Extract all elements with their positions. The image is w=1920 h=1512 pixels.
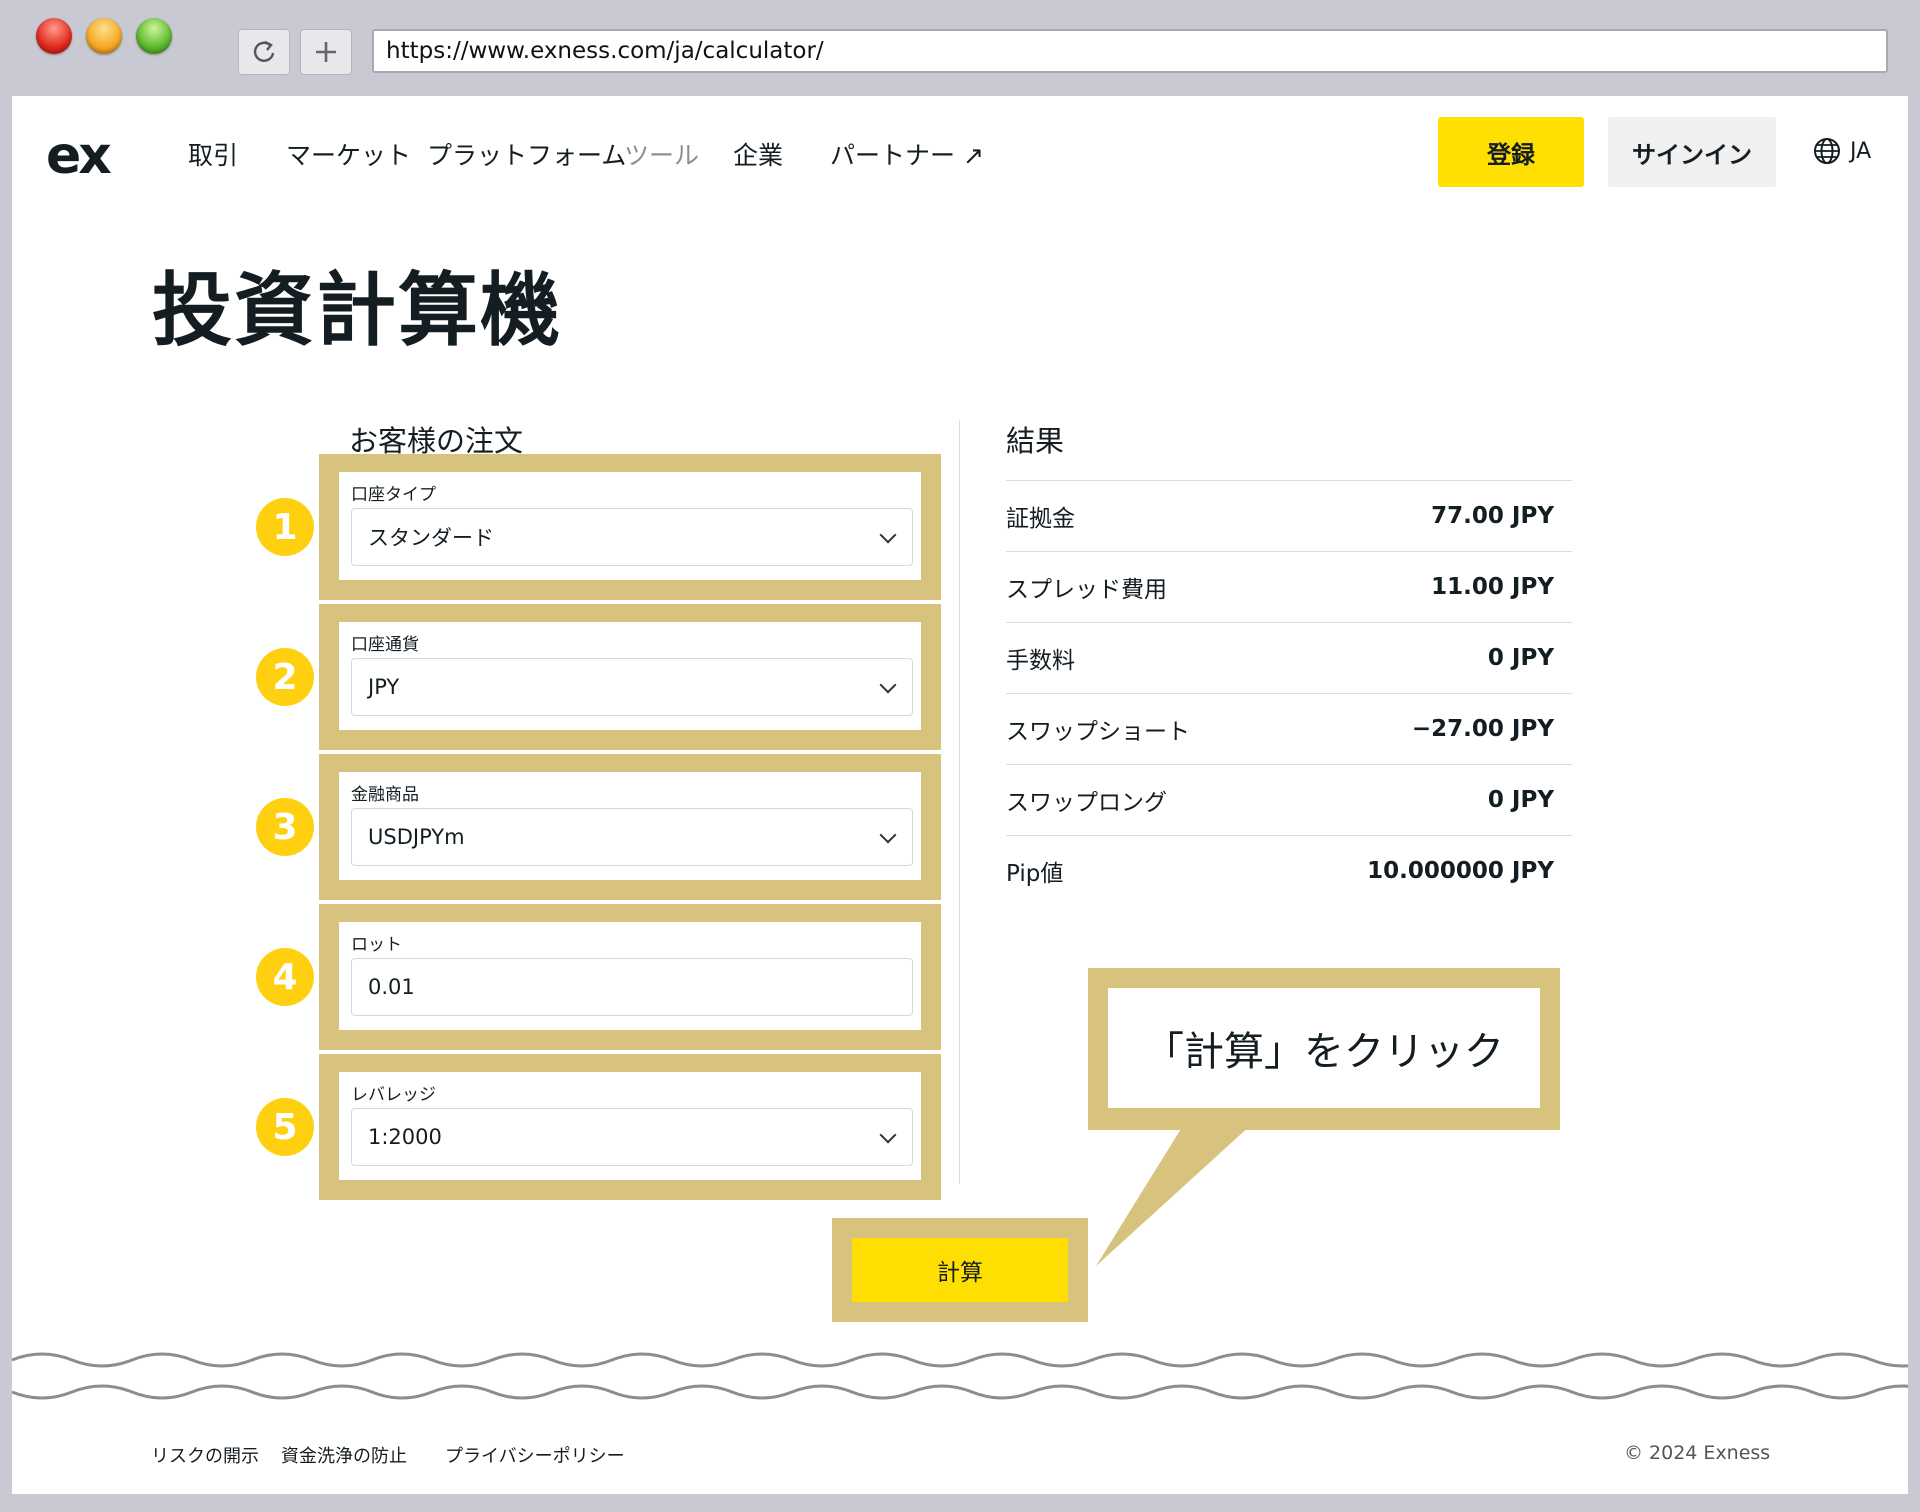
result-row-swap-long: スワップロング 0 JPY (1006, 764, 1572, 835)
plus-icon (316, 42, 336, 62)
result-label: 証拠金 (1006, 506, 1075, 532)
torn-edge-divider (12, 1352, 1908, 1400)
instrument-select[interactable]: USDJPYm (351, 808, 913, 866)
reload-button[interactable] (238, 29, 290, 75)
lot-label: ロット (351, 935, 402, 955)
step-badge-2: 2 (256, 648, 314, 706)
new-tab-button[interactable] (300, 29, 352, 75)
nav-markets[interactable]: マーケット (286, 136, 411, 172)
lot-input[interactable]: 0.01 (351, 958, 913, 1016)
leverage-label: レバレッジ (351, 1085, 436, 1105)
result-row-pip-value: Pip値 10.000000 JPY (1006, 835, 1572, 906)
footer-link-privacy[interactable]: プライバシーポリシー (445, 1442, 625, 1468)
nav-platforms[interactable]: プラットフォーム (427, 136, 626, 172)
instrument-label: 金融商品 (351, 785, 419, 805)
result-row-margin: 証拠金 77.00 JPY (1006, 480, 1572, 551)
instruction-callout: 「計算」をクリック (1088, 968, 1560, 1130)
result-value: 77.00 JPY (1431, 503, 1554, 529)
leverage-value: 1:2000 (368, 1125, 442, 1149)
column-divider (959, 420, 960, 1184)
language-selector[interactable]: JA (1812, 136, 1871, 166)
result-value: 0 JPY (1487, 787, 1554, 813)
chevron-down-icon (879, 1126, 897, 1144)
result-value: 10.000000 JPY (1367, 858, 1554, 884)
calculate-highlight: 計算 (832, 1218, 1088, 1322)
account-type-value: スタンダード (368, 526, 494, 550)
close-window-button[interactable] (36, 18, 72, 54)
page-title: 投資計算機 (152, 264, 562, 357)
result-label: スワップロング (1006, 790, 1167, 816)
account-currency-highlight: 口座通貨 JPY (319, 604, 941, 750)
account-currency-value: JPY (368, 675, 400, 699)
exness-logo[interactable]: ex (46, 126, 112, 186)
account-type-highlight: 口座タイプ スタンダード (319, 454, 941, 600)
account-currency-label: 口座通貨 (351, 635, 419, 655)
account-currency-select[interactable]: JPY (351, 658, 913, 716)
nav-company[interactable]: 企業 (733, 136, 783, 172)
instruction-callout-text: 「計算」をクリック (1108, 988, 1540, 1108)
nav-partners[interactable]: パートナー ↗ (830, 136, 984, 172)
leverage-highlight: レバレッジ 1:2000 (319, 1054, 941, 1200)
result-row-swap-short: スワップショート −27.00 JPY (1006, 693, 1572, 764)
step-badge-5: 5 (256, 1098, 314, 1156)
account-type-select[interactable]: スタンダード (351, 508, 913, 566)
maximize-window-button[interactable] (136, 18, 172, 54)
result-value: 0 JPY (1487, 645, 1554, 671)
nav-trading[interactable]: 取引 (188, 136, 238, 172)
register-button[interactable]: 登録 (1438, 117, 1584, 187)
result-label: Pip値 (1006, 861, 1064, 887)
lot-value: 0.01 (368, 975, 415, 999)
web-page: ex 取引 マーケット プラットフォーム ツール 企業 パートナー ↗ 登録 サ… (12, 96, 1908, 1494)
footer-link-risk[interactable]: リスクの開示 (151, 1442, 259, 1468)
result-label: スワップショート (1006, 719, 1190, 745)
calculate-button[interactable]: 計算 (852, 1238, 1068, 1302)
chevron-down-icon (879, 826, 897, 844)
result-row-spread: スプレッド費用 11.00 JPY (1006, 551, 1572, 622)
result-label: 手数料 (1006, 648, 1075, 674)
lot-highlight: ロット 0.01 (319, 904, 941, 1050)
nav-tools[interactable]: ツール (624, 136, 699, 172)
result-section-title: 結果 (1006, 424, 1065, 458)
footer-link-aml[interactable]: 資金洗浄の防止 (281, 1442, 407, 1468)
step-badge-4: 4 (256, 948, 314, 1006)
result-value: −27.00 JPY (1411, 716, 1554, 742)
result-row-commission: 手数料 0 JPY (1006, 622, 1572, 693)
signin-button[interactable]: サインイン (1608, 117, 1776, 187)
instrument-highlight: 金融商品 USDJPYm (319, 754, 941, 900)
address-bar[interactable]: https://www.exness.com/ja/calculator/ (372, 29, 1888, 73)
language-code: JA (1850, 138, 1872, 164)
step-badge-3: 3 (256, 798, 314, 856)
chevron-down-icon (879, 526, 897, 544)
result-value: 11.00 JPY (1431, 574, 1554, 600)
copyright: © 2024 Exness (1624, 1442, 1771, 1464)
minimize-window-button[interactable] (86, 18, 122, 54)
account-type-label: 口座タイプ (351, 485, 436, 505)
instrument-value: USDJPYm (368, 825, 465, 849)
chevron-down-icon (879, 676, 897, 694)
globe-icon (1814, 138, 1840, 164)
result-label: スプレッド費用 (1006, 577, 1167, 603)
leverage-select[interactable]: 1:2000 (351, 1108, 913, 1166)
step-badge-1: 1 (256, 498, 314, 556)
reload-icon (253, 40, 275, 62)
